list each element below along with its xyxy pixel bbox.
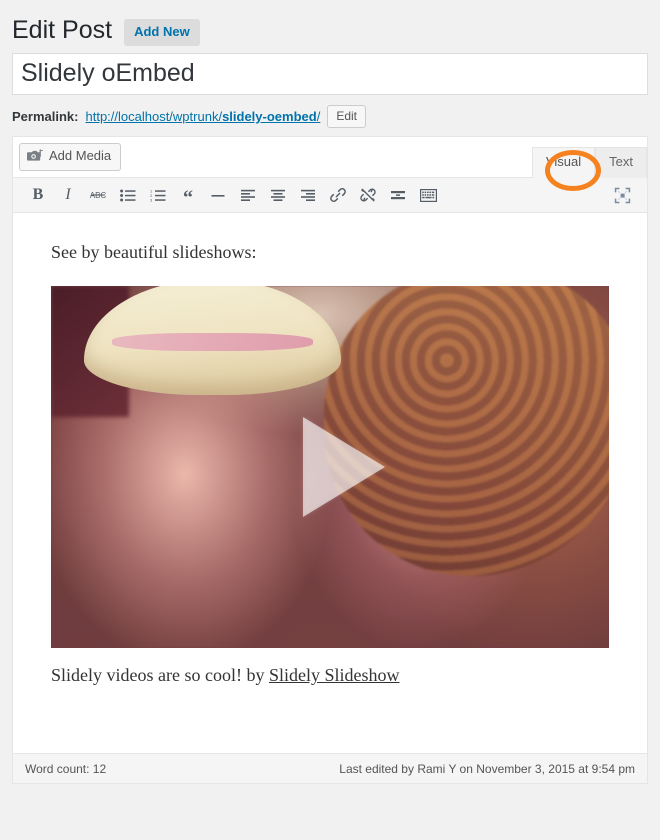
distraction-free-fullscreen-icon[interactable] (607, 180, 637, 210)
editor-mode-tabs: Visual Text (531, 147, 647, 179)
permalink-row: Permalink: http://localhost/wptrunk/slid… (0, 95, 660, 137)
caption-text: Slidely videos are so cool! by (51, 665, 269, 686)
post-title-input[interactable] (12, 52, 648, 95)
slidely-video-embed[interactable] (51, 286, 609, 649)
editor-media-row: Add Media Visual Text (13, 137, 647, 179)
editor-toolbar: B I ABC 1 2 3 “ (13, 177, 647, 214)
edit-permalink-button[interactable]: Edit (327, 104, 367, 129)
read-more-icon[interactable] (383, 180, 413, 210)
align-right-icon[interactable] (293, 180, 323, 210)
editor-content-area[interactable]: See by beautiful slideshows: Slidely vid… (13, 213, 647, 754)
media-camera-note-icon (27, 149, 44, 164)
numbered-list-icon[interactable]: 1 2 3 (143, 180, 173, 210)
content-intro-paragraph: See by beautiful slideshows: (51, 242, 257, 263)
tab-text[interactable]: Text (595, 147, 647, 179)
permalink-url[interactable]: http://localhost/wptrunk/slidely-oembed/ (85, 109, 320, 124)
tab-visual[interactable]: Visual (531, 147, 596, 179)
post-title-wrapper (0, 52, 660, 95)
unlink-icon[interactable] (353, 180, 383, 210)
add-media-label: Add Media (49, 148, 112, 164)
svg-text:3: 3 (150, 197, 153, 201)
content-caption-paragraph: Slidely videos are so cool! by Slidely S… (51, 662, 609, 689)
permalink-trailing-slash: / (316, 108, 321, 124)
last-edited-info: Last edited by Rami Y on November 3, 201… (339, 761, 635, 776)
page-title: Edit Post (12, 16, 113, 44)
align-left-icon[interactable] (233, 180, 263, 210)
word-count: Word count: 12 (25, 761, 107, 776)
add-media-button[interactable]: Add Media (19, 143, 122, 172)
post-editor: Add Media Visual Text B I ABC 1 2 3 “ Se… (12, 136, 648, 785)
permalink-slug: slidely-oembed (222, 108, 317, 124)
play-triangle-icon[interactable] (303, 417, 385, 518)
page-header: Edit Post Add New (0, 0, 660, 53)
caption-link-slidely-slideshow[interactable]: Slidely Slideshow (269, 665, 400, 685)
italic-icon[interactable]: I (53, 180, 83, 210)
bold-icon[interactable]: B (23, 180, 53, 210)
toolbar-toggle-icon[interactable] (413, 180, 443, 210)
blockquote-icon[interactable]: “ (173, 180, 203, 210)
permalink-base: http://localhost/wptrunk/ (85, 108, 223, 124)
insert-link-icon[interactable] (323, 180, 353, 210)
bulleted-list-icon[interactable] (113, 180, 143, 210)
strikethrough-icon[interactable]: ABC (83, 180, 113, 210)
add-new-button[interactable]: Add New (124, 18, 200, 46)
align-center-icon[interactable] (263, 180, 293, 210)
editor-status-bar: Word count: 12 Last edited by Rami Y on … (13, 753, 647, 784)
permalink-label: Permalink: (12, 108, 79, 124)
horizontal-rule-icon[interactable] (203, 180, 233, 210)
